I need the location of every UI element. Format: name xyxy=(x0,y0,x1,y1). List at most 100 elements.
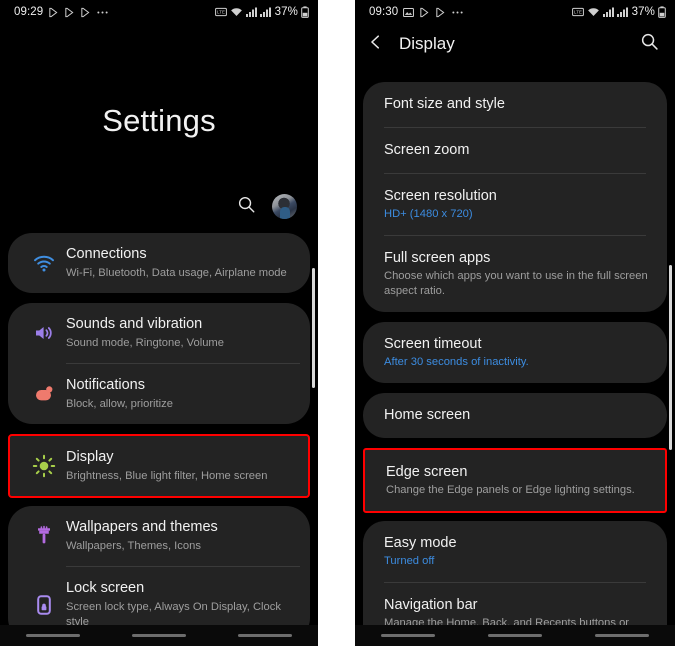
status-clock: 09:29 xyxy=(14,6,44,18)
volte-icon: LTE xyxy=(571,6,584,18)
scrollbar-thumb[interactable] xyxy=(312,268,315,388)
list-item-easy-mode[interactable]: Easy mode Turned off xyxy=(363,521,667,582)
recents-button[interactable] xyxy=(26,634,80,637)
list-item-full-screen-apps[interactable]: Full screen apps Choose which apps you w… xyxy=(363,236,667,312)
right-status-bar: 09:30 LTE 37% xyxy=(355,0,675,24)
signal-icon xyxy=(259,6,271,18)
back-button[interactable] xyxy=(238,634,292,637)
back-arrow-icon[interactable] xyxy=(367,33,385,56)
item-title: Connections xyxy=(66,246,147,262)
item-title: Navigation bar xyxy=(384,597,478,613)
play-icon xyxy=(419,7,430,18)
more-dots-icon xyxy=(451,7,464,18)
page-title: Settings xyxy=(102,103,216,138)
item-title: Full screen apps xyxy=(384,250,491,266)
item-subtitle: Change the Edge panels or Edge lighting … xyxy=(386,484,635,496)
list-item-screen-zoom[interactable]: Screen zoom xyxy=(363,128,667,173)
status-left-group: 09:30 xyxy=(369,6,464,18)
image-icon xyxy=(403,7,415,18)
item-title: Lock screen xyxy=(66,580,145,596)
item-subtitle: Sound mode, Ringtone, Volume xyxy=(66,337,224,349)
item-title: Screen timeout xyxy=(384,336,482,352)
back-button[interactable] xyxy=(594,634,649,637)
signal-icon xyxy=(616,6,628,18)
play-icon xyxy=(80,7,91,18)
item-subtitle: Wallpapers, Themes, Icons xyxy=(66,540,201,552)
list-item-screen-resolution[interactable]: Screen resolution HD+ (1480 x 720) xyxy=(363,174,667,235)
item-title: Wallpapers and themes xyxy=(66,519,218,535)
sidebar-item-connections[interactable]: Connections Wi-Fi, Bluetooth, Data usage… xyxy=(8,233,310,293)
header-actions xyxy=(0,194,318,219)
dual-screenshot: 09:29 LTE 37% Settings Connections Wi-Fi… xyxy=(0,0,675,646)
item-subtitle: After 30 seconds of inactivity. xyxy=(384,356,529,368)
highlight-box-display: Display Brightness, Blue light filter, H… xyxy=(8,434,310,498)
battery-icon xyxy=(301,6,309,18)
home-button[interactable] xyxy=(132,634,186,637)
item-subtitle: Brightness, Blue light filter, Home scre… xyxy=(66,470,268,482)
item-subtitle: HD+ (1480 x 720) xyxy=(384,208,473,220)
scrollbar-thumb[interactable] xyxy=(669,265,672,450)
item-title: Font size and style xyxy=(384,96,505,112)
sidebar-item-wallpapers-and-themes[interactable]: Wallpapers and themes Wallpapers, Themes… xyxy=(8,506,310,566)
list-item-font-size-and-style[interactable]: Font size and style xyxy=(363,82,667,127)
list-item-edge-screen[interactable]: Edge screen Change the Edge panels or Ed… xyxy=(365,450,665,511)
highlight-box-edge-screen: Edge screen Change the Edge panels or Ed… xyxy=(363,448,667,513)
item-subtitle: Block, allow, prioritize xyxy=(66,398,173,410)
status-right-group: LTE 37% xyxy=(214,6,309,18)
sidebar-item-notifications[interactable]: Notifications Block, allow, prioritize xyxy=(8,364,310,424)
item-title: Home screen xyxy=(384,407,471,423)
right-phone-screen: 09:30 LTE 37% Display Font size and styl… xyxy=(355,0,675,646)
item-title: Edge screen xyxy=(386,464,468,480)
svg-text:LTE: LTE xyxy=(574,10,582,15)
settings-card: Screen timeout After 30 seconds of inact… xyxy=(363,322,667,383)
wifi-icon xyxy=(587,6,600,18)
wifi-icon xyxy=(22,251,66,275)
settings-card: Sounds and vibration Sound mode, Rington… xyxy=(8,303,310,424)
app-bar-title: Display xyxy=(399,34,455,53)
battery-percent: 37% xyxy=(274,6,298,18)
notification-icon xyxy=(22,382,66,406)
brightness-icon xyxy=(22,454,66,478)
volte-icon: LTE xyxy=(214,6,227,18)
navigation-bar xyxy=(355,625,675,646)
navigation-bar xyxy=(0,625,318,646)
play-icon xyxy=(48,7,59,18)
settings-card: Wallpapers and themes Wallpapers, Themes… xyxy=(8,506,310,642)
item-subtitle: Turned off xyxy=(384,555,435,567)
sound-icon xyxy=(22,321,66,345)
item-title: Display xyxy=(66,449,114,465)
play-icon xyxy=(64,7,75,18)
search-icon[interactable] xyxy=(640,32,659,56)
list-item-screen-timeout[interactable]: Screen timeout After 30 seconds of inact… xyxy=(363,322,667,383)
left-phone-screen: 09:29 LTE 37% Settings Connections Wi-Fi… xyxy=(0,0,318,646)
sidebar-item-sounds-and-vibration[interactable]: Sounds and vibration Sound mode, Rington… xyxy=(8,303,310,363)
search-icon[interactable] xyxy=(237,195,256,219)
avatar[interactable] xyxy=(272,194,297,219)
wifi-icon xyxy=(230,6,243,18)
sidebar-item-display[interactable]: Display Brightness, Blue light filter, H… xyxy=(10,436,308,496)
settings-card: Home screen xyxy=(363,393,667,438)
app-bar: Display xyxy=(355,24,675,64)
left-status-bar: 09:29 LTE 37% xyxy=(0,0,318,24)
more-dots-icon xyxy=(96,7,109,18)
item-title: Screen resolution xyxy=(384,188,497,204)
play-icon xyxy=(435,7,446,18)
signal-icon xyxy=(245,6,257,18)
item-subtitle: Choose which apps you want to use in the… xyxy=(384,270,648,297)
home-button[interactable] xyxy=(487,634,542,637)
settings-list: Connections Wi-Fi, Bluetooth, Data usage… xyxy=(0,233,318,642)
item-subtitle: Wi-Fi, Bluetooth, Data usage, Airplane m… xyxy=(66,267,287,279)
status-left-group: 09:29 xyxy=(14,6,109,18)
svg-text:LTE: LTE xyxy=(217,10,225,15)
settings-card: Font size and style Screen zoom Screen r… xyxy=(363,82,667,312)
item-title: Sounds and vibration xyxy=(66,316,203,332)
recents-button[interactable] xyxy=(381,634,436,637)
list-item-home-screen[interactable]: Home screen xyxy=(363,393,667,438)
battery-percent: 37% xyxy=(631,6,655,18)
item-title: Screen zoom xyxy=(384,142,470,158)
settings-card: Connections Wi-Fi, Bluetooth, Data usage… xyxy=(8,233,310,293)
item-title: Notifications xyxy=(66,377,145,393)
signal-icon xyxy=(602,6,614,18)
battery-icon xyxy=(658,6,666,18)
item-title: Easy mode xyxy=(384,535,457,551)
